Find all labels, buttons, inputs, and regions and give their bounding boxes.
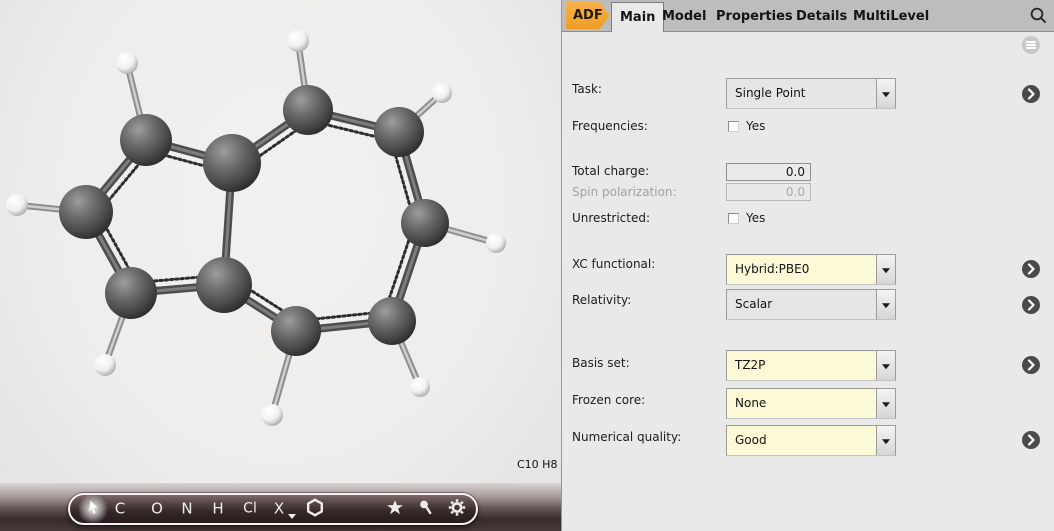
- xc-functional-label: XC functional:: [572, 257, 655, 271]
- panel-menu-icon[interactable]: [1022, 36, 1040, 54]
- tab-model[interactable]: Model: [654, 2, 714, 31]
- viewer-toolbar: C O N H Cl X: [68, 493, 478, 525]
- basis-set-label: Basis set:: [572, 356, 630, 370]
- atom-H[interactable]: [261, 404, 283, 426]
- total-charge-label: Total charge:: [572, 164, 649, 178]
- frozen-core-label: Frozen core:: [572, 393, 645, 407]
- unrestricted-checkbox-label: Yes: [746, 211, 765, 225]
- search-icon[interactable]: [1029, 6, 1048, 25]
- frequencies-label: Frequencies:: [572, 119, 648, 133]
- total-charge-input[interactable]: 0.0: [726, 163, 811, 181]
- atom-H[interactable]: [116, 52, 138, 74]
- element-button-C[interactable]: C: [115, 502, 125, 517]
- atom-C[interactable]: [120, 114, 172, 166]
- gear-icon[interactable]: [448, 499, 466, 520]
- atom-C[interactable]: [271, 306, 321, 356]
- atom-C[interactable]: [401, 199, 449, 247]
- atom-H[interactable]: [6, 194, 28, 216]
- frequencies-checkbox[interactable]: [728, 121, 739, 132]
- numerical-quality-select-caret-icon[interactable]: [876, 426, 895, 455]
- ring-hexagon-icon[interactable]: [306, 498, 325, 520]
- tab-bar: ADF Main Model Properties Details MultiL…: [562, 0, 1054, 32]
- atom-H[interactable]: [486, 233, 506, 253]
- unrestricted-checkbox[interactable]: [728, 213, 739, 224]
- atom-H[interactable]: [432, 83, 452, 103]
- relativity-label: Relativity:: [572, 293, 631, 307]
- atom-H[interactable]: [94, 354, 116, 376]
- atom-C[interactable]: [196, 257, 252, 313]
- atom-C[interactable]: [374, 107, 424, 157]
- xc-functional-detail-chevron-icon[interactable]: [1022, 260, 1040, 278]
- task-detail-chevron-icon[interactable]: [1022, 85, 1040, 103]
- element-button-N[interactable]: N: [181, 502, 192, 517]
- basis-set-select[interactable]: TZ2P: [726, 350, 896, 381]
- task-select[interactable]: Single Point: [726, 78, 896, 109]
- tab-properties[interactable]: Properties: [708, 2, 801, 31]
- atom-C[interactable]: [203, 134, 261, 192]
- task-select-caret-icon[interactable]: [876, 79, 895, 108]
- atom-C[interactable]: [59, 185, 113, 239]
- star-icon[interactable]: [387, 500, 404, 519]
- basis-set-detail-chevron-icon[interactable]: [1022, 356, 1040, 374]
- element-button-X[interactable]: X: [274, 502, 284, 517]
- atom-C[interactable]: [283, 85, 333, 135]
- numerical-quality-detail-chevron-icon[interactable]: [1022, 431, 1040, 449]
- molecule-atoms: [6, 30, 506, 426]
- basis-set-select-caret-icon[interactable]: [876, 351, 895, 380]
- atom-C[interactable]: [368, 297, 416, 345]
- molecule-canvas[interactable]: [0, 0, 561, 483]
- frequencies-checkbox-label: Yes: [746, 119, 765, 133]
- frozen-core-select[interactable]: None: [726, 388, 896, 419]
- adf-brand-tab[interactable]: ADF: [566, 2, 610, 29]
- element-button-Cl[interactable]: Cl: [243, 502, 257, 517]
- element-button-H[interactable]: H: [212, 502, 223, 517]
- element-button-O[interactable]: O: [151, 502, 163, 517]
- unrestricted-label: Unrestricted:: [572, 211, 650, 225]
- frozen-core-select-caret-icon[interactable]: [876, 389, 895, 418]
- spin-polarization-input: 0.0: [726, 183, 811, 201]
- element-dropdown-caret-icon[interactable]: [288, 514, 296, 519]
- viewer-toolbar-strip: C O N H Cl X: [0, 483, 561, 531]
- relativity-select-caret-icon[interactable]: [876, 290, 895, 319]
- adf-input-panel: ADF Main Model Properties Details MultiL…: [561, 0, 1054, 531]
- numerical-quality-select[interactable]: Good: [726, 425, 896, 456]
- xc-functional-select[interactable]: Hybrid:PBE0: [726, 254, 896, 285]
- tab-multilevel[interactable]: MultiLevel: [845, 2, 937, 31]
- formula-label: C10 H8: [517, 458, 557, 471]
- adfinput-window: C10 H8 C O N H Cl X: [0, 0, 1054, 531]
- pin-icon[interactable]: [419, 500, 433, 518]
- numerical-quality-label: Numerical quality:: [572, 430, 681, 444]
- spin-polarization-label: Spin polarization:: [572, 185, 677, 199]
- task-label: Task:: [572, 82, 602, 96]
- molecule-viewport[interactable]: C10 H8 C O N H Cl X: [0, 0, 561, 531]
- cursor-icon[interactable]: [86, 500, 101, 519]
- relativity-detail-chevron-icon[interactable]: [1022, 296, 1040, 314]
- atom-H[interactable]: [410, 377, 430, 397]
- atom-H[interactable]: [287, 30, 309, 52]
- atom-C[interactable]: [105, 267, 157, 319]
- relativity-select[interactable]: Scalar: [726, 289, 896, 320]
- xc-functional-select-caret-icon[interactable]: [876, 255, 895, 284]
